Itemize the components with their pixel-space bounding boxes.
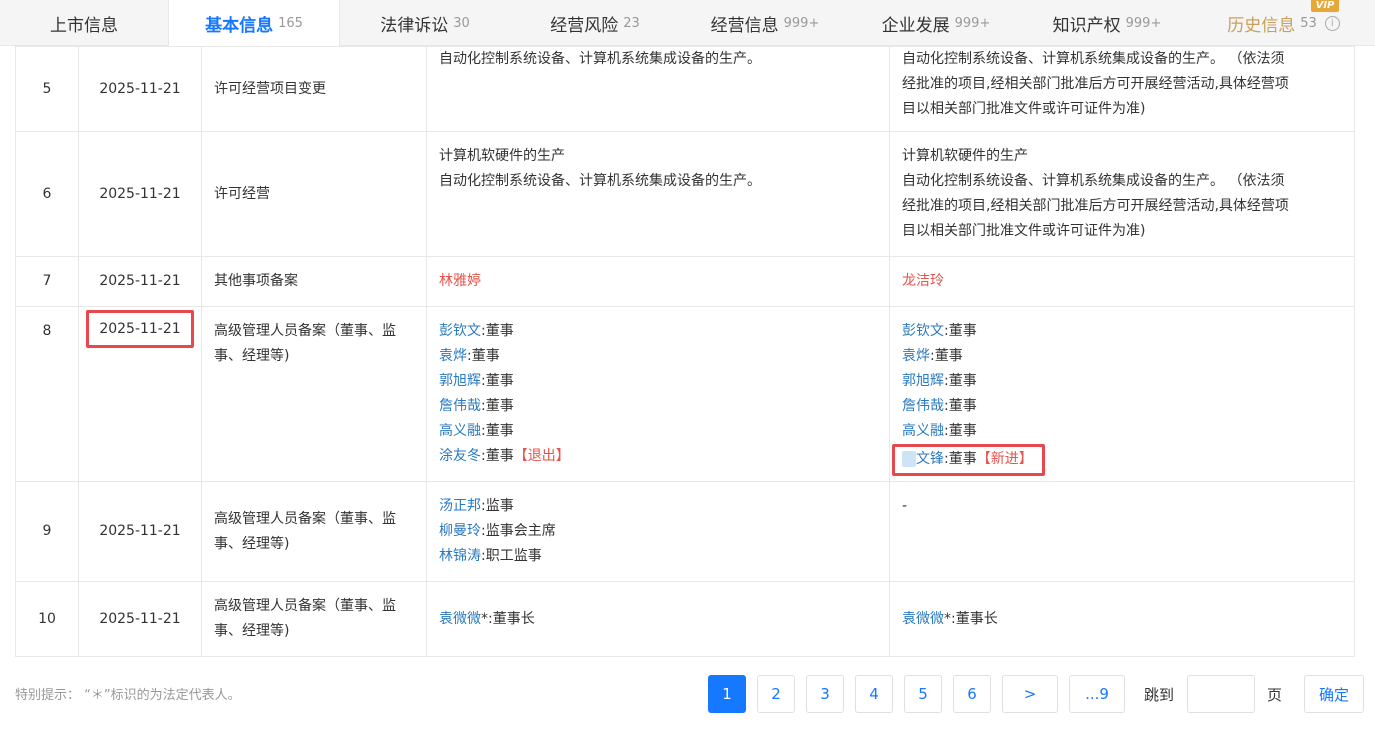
tab-history-info[interactable]: VIP 历史信息 53 i: [1192, 0, 1375, 46]
tab-listing-info[interactable]: 上市信息: [0, 0, 168, 46]
tab-count: 165: [278, 16, 303, 31]
table-row: 10 2025-11-21 高级管理人员备案（董事、监事、经理等) 袁微微*:董…: [15, 581, 1355, 657]
tab-count: 23: [623, 15, 640, 31]
before-content: 汤正邦:监事 柳曼玲:监事会主席 林锦涛:职工监事: [426, 481, 890, 582]
tab-count: 999+: [1125, 15, 1162, 31]
after-content: 袁微微*:董事长: [889, 581, 1355, 657]
change-item: 高级管理人员备案（董事、监事、经理等): [201, 481, 427, 582]
tab-enterprise-development[interactable]: 企业发展 999+: [850, 0, 1022, 46]
change-date: 2025-11-21: [78, 256, 202, 307]
tab-bar: 上市信息 基本信息 165 法律诉讼 30 经营风险 23 经营信息 999+ 企业发展…: [0, 0, 1375, 47]
highlighted-date: 2025-11-21: [86, 310, 194, 348]
info-icon[interactable]: i: [1324, 15, 1340, 31]
next-page-button[interactable]: >: [1002, 675, 1058, 713]
row-number: 10: [15, 581, 79, 657]
change-item: 许可经营项目变更: [201, 46, 427, 132]
change-date: 2025-11-21: [78, 581, 202, 657]
pagination: 1 2 3 4 5 6 > ...9 跳到 页 确定: [708, 675, 1365, 713]
page-unit-label: 页: [1267, 685, 1283, 704]
row-number: 6: [15, 131, 79, 257]
row-number: 9: [15, 481, 79, 582]
person-link[interactable]: 袁微微: [902, 611, 944, 627]
before-content: 袁微微*:董事长: [426, 581, 890, 657]
person-link[interactable]: 袁微微: [439, 611, 481, 627]
person-link[interactable]: 涂友冬: [439, 448, 481, 464]
row-number: 7: [15, 256, 79, 307]
change-item: 许可经营: [201, 131, 427, 257]
tab-operating-risk[interactable]: 经营风险 23: [510, 0, 680, 46]
person-link[interactable]: 袁烨: [439, 348, 467, 364]
tab-legal-litigation[interactable]: 法律诉讼 30: [340, 0, 510, 46]
table-row: 8 2025-11-21 高级管理人员备案（董事、监事、经理等) 彭钦文:董事 …: [15, 306, 1355, 482]
row-number: 8: [15, 306, 79, 482]
before-content: 彭钦文:董事 袁烨:董事 郭旭辉:董事 詹伟哉:董事 高义融:董事 涂友冬:董事…: [426, 306, 890, 482]
vip-badge: VIP: [1311, 0, 1339, 12]
before-content: 计算机软硬件的生产 自动化控制系统设备、计算机系统集成设备的生产。: [426, 131, 890, 257]
person-link[interactable]: 林锦涛: [439, 548, 481, 564]
before-content: 林雅婷: [426, 256, 890, 307]
page-button-5[interactable]: 5: [904, 675, 942, 713]
page-button-3[interactable]: 3: [806, 675, 844, 713]
table-row: 7 2025-11-21 其他事项备案 林雅婷 龙洁玲: [15, 256, 1355, 307]
tab-operating-info[interactable]: 经营信息 999+: [680, 0, 850, 46]
page-button-1[interactable]: 1: [708, 675, 746, 713]
change-date: 2025-11-21: [78, 131, 202, 257]
person-link[interactable]: 彭钦文: [439, 323, 481, 339]
change-record-table: 5 2025-11-21 许可经营项目变更 自动化控制系统设备、计算机系统集成设…: [15, 46, 1355, 657]
person-link[interactable]: 袁烨: [902, 348, 930, 364]
redacted-mark: 某: [902, 451, 916, 467]
jump-label: 跳到: [1144, 685, 1175, 704]
person-link[interactable]: 郭旭辉: [439, 373, 481, 389]
tab-count: 53: [1300, 15, 1317, 31]
tab-count: 999+: [954, 15, 991, 31]
person-link[interactable]: 文锋: [916, 451, 944, 467]
tab-intellectual-property[interactable]: 知识产权 999+: [1022, 0, 1192, 46]
person-link[interactable]: 汤正邦: [439, 498, 481, 514]
change-date: 2025-11-21: [78, 46, 202, 132]
page-button-4[interactable]: 4: [855, 675, 893, 713]
person-name: 龙洁玲: [902, 273, 944, 289]
after-content: 龙洁玲: [889, 256, 1355, 307]
row-number: 5: [15, 46, 79, 132]
confirm-button[interactable]: 确定: [1304, 675, 1365, 713]
tab-count: 999+: [783, 15, 820, 31]
change-date-cell: 2025-11-21: [78, 306, 202, 482]
table-row: 5 2025-11-21 许可经营项目变更 自动化控制系统设备、计算机系统集成设…: [15, 46, 1355, 132]
after-content: 彭钦文:董事 袁烨:董事 郭旭辉:董事 詹伟哉:董事 高义融:董事 某文锋:董事…: [889, 306, 1355, 482]
exit-tag: 【退出】: [513, 448, 570, 464]
person-link[interactable]: 郭旭辉: [902, 373, 944, 389]
change-item: 高级管理人员备案（董事、监事、经理等): [201, 581, 427, 657]
person-link[interactable]: 高义融: [902, 423, 944, 439]
after-content: 计算机软硬件的生产 自动化控制系统设备、计算机系统集成设备的生产。 （依法须 经…: [889, 131, 1355, 257]
after-content: 自动化控制系统设备、计算机系统集成设备的生产。 （依法须 经批准的项目,经相关部…: [889, 46, 1355, 132]
change-date: 2025-11-21: [78, 481, 202, 582]
tab-basic-info[interactable]: 基本信息 165: [168, 0, 340, 47]
person-link[interactable]: 高义融: [439, 423, 481, 439]
person-link[interactable]: 彭钦文: [902, 323, 944, 339]
tab-count: 30: [453, 15, 470, 31]
table-row: 6 2025-11-21 许可经营 计算机软硬件的生产 自动化控制系统设备、计算…: [15, 131, 1355, 257]
last-page-button[interactable]: ...9: [1069, 675, 1125, 713]
page-button-6[interactable]: 6: [953, 675, 991, 713]
jump-page-input[interactable]: [1187, 675, 1256, 713]
person-link[interactable]: 詹伟哉: [439, 398, 481, 414]
page-button-2[interactable]: 2: [757, 675, 795, 713]
person-name: 林雅婷: [439, 273, 481, 289]
after-content: -: [889, 481, 1355, 582]
person-link[interactable]: 詹伟哉: [902, 398, 944, 414]
table-row: 9 2025-11-21 高级管理人员备案（董事、监事、经理等) 汤正邦:监事 …: [15, 481, 1355, 582]
new-tag: 【新进】: [976, 451, 1033, 467]
legal-representative-tip: 特别提示： “＊”标识的为法定代表人。: [15, 688, 241, 703]
change-item: 其他事项备案: [201, 256, 427, 307]
change-item: 高级管理人员备案（董事、监事、经理等): [201, 306, 427, 482]
highlighted-new-entry: 某文锋:董事【新进】: [892, 444, 1045, 476]
person-link[interactable]: 柳曼玲: [439, 523, 481, 539]
before-content: 自动化控制系统设备、计算机系统集成设备的生产。: [426, 46, 890, 132]
